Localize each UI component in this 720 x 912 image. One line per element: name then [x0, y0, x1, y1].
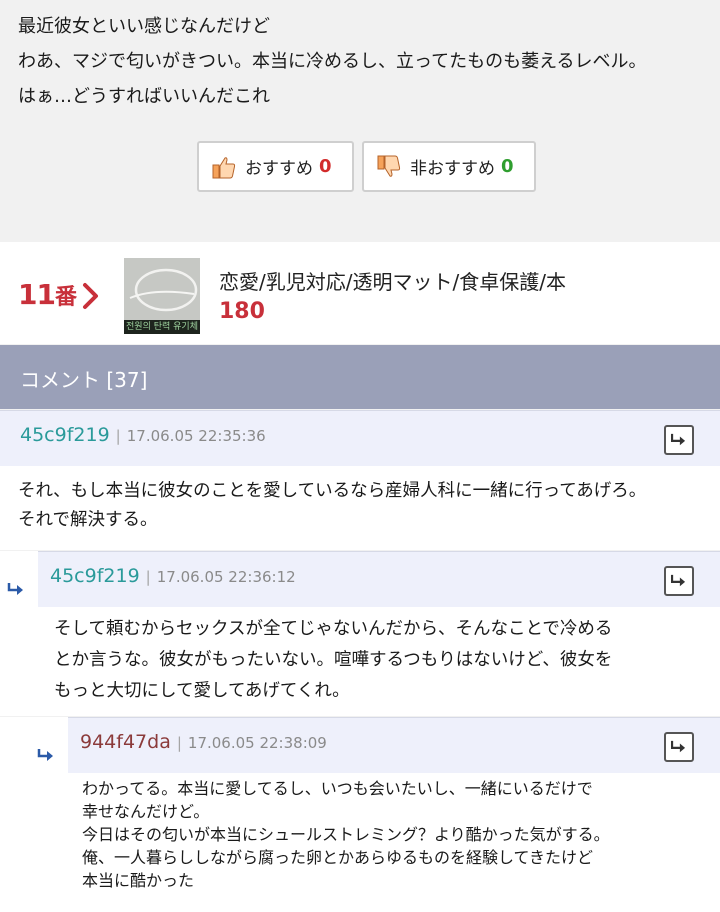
- related-rank-unit: 番: [54, 285, 77, 310]
- comment-author[interactable]: 944f47da: [80, 731, 171, 753]
- reply-arrow-icon: [7, 583, 23, 595]
- reply-arrow-icon: [37, 749, 53, 761]
- comment-line: そして頼むからセックスが全てじゃないんだから、そんなことで冷める: [54, 619, 613, 639]
- comment-header: 45c9f219 | 17.06.05 22:36:12: [38, 551, 720, 607]
- related-rank-number: 11: [18, 278, 56, 311]
- comment-separator: |: [115, 427, 121, 445]
- comment-line: 本当に酷かった: [82, 871, 195, 890]
- comments-title: コメント [37]: [20, 368, 148, 392]
- comment-line: もっと大切にして愛してあげてくれ。: [54, 681, 350, 701]
- thumbs-up-icon: [212, 156, 236, 178]
- related-count: 180: [219, 299, 265, 324]
- comment: 45c9f219 | 17.06.05 22:35:36 それ、もし本当に彼女のこと…: [0, 410, 720, 550]
- unrecommend-button[interactable]: 非おすすめ 0: [362, 141, 536, 192]
- comment-line: それで解決する。: [18, 510, 158, 530]
- comment-header: 45c9f219 | 17.06.05 22:35:36: [0, 410, 720, 466]
- post-line: わあ、マジで匂いがきつい。本当に冷めるし、立ってたものも萎えるレベル。: [18, 51, 647, 72]
- related-thumbnail-image: [124, 258, 200, 320]
- comments-header: コメント [37]: [0, 345, 720, 409]
- related-post[interactable]: 11番 전원의 탄력 유기체의 恋愛/乳児対応/透明マット/食卓保護/本 180: [0, 242, 720, 344]
- comment-line: 幸せなんだけど。: [82, 802, 210, 821]
- comment-author[interactable]: 45c9f219: [50, 565, 140, 587]
- related-thumbnail[interactable]: 전원의 탄력 유기체의: [124, 258, 200, 334]
- comment-line: とか言うな。彼女がもったいない。喧嘩するつもりはないけど、彼女を: [54, 650, 613, 670]
- post-line: はぁ…どうすればいいんだこれ: [18, 86, 270, 107]
- post-line: 最近彼女といい感じなんだけど: [18, 16, 270, 37]
- thumbs-down-icon: [377, 155, 401, 177]
- recommend-button[interactable]: おすすめ 0: [197, 141, 354, 192]
- reply-icon[interactable]: [664, 425, 694, 455]
- comment-line: 今日はその匂いが本当にシュールストレミング？より酷かった気がする。: [82, 825, 610, 844]
- comment-separator: |: [176, 734, 182, 752]
- comment-line: それ、もし本当に彼女のことを愛しているなら産婦人科に一緒に行ってあげろ。: [18, 481, 647, 501]
- related-thumbnail-caption: 전원의 탄력 유기체의: [124, 320, 200, 334]
- comment-time: 17.06.05 22:35:36: [126, 427, 266, 445]
- recommend-count: 0: [319, 156, 332, 177]
- comment-line: わかってる。本当に愛してるし、いつも会いたいし、一緒にいるだけで: [82, 779, 593, 798]
- comment-time: 17.06.05 22:38:09: [187, 734, 327, 752]
- comment-time: 17.06.05 22:36:12: [156, 568, 296, 586]
- comment-reply: 944f47da | 17.06.05 22:38:09 わかってる。本当に愛してる…: [0, 717, 720, 912]
- recommend-label: おすすめ: [245, 159, 313, 179]
- comment-meta: 944f47da | 17.06.05 22:38:09: [80, 731, 327, 753]
- reply-icon[interactable]: [664, 566, 694, 596]
- related-rank: 11番: [18, 278, 77, 311]
- reply-icon[interactable]: [664, 732, 694, 762]
- unrecommend-count: 0: [501, 156, 514, 177]
- comment-meta: 45c9f219 | 17.06.05 22:35:36: [20, 424, 266, 446]
- comment-meta: 45c9f219 | 17.06.05 22:36:12: [50, 565, 296, 587]
- comment-header: 944f47da | 17.06.05 22:38:09: [68, 717, 720, 773]
- comment-line: 俺、一人暮らししながら腐った卵とかあらゆるものを経験してきたけど: [82, 848, 594, 867]
- comment-separator: |: [145, 568, 151, 586]
- post-body: 最近彼女といい感じなんだけど わあ、マジで匂いがきつい。本当に冷めるし、立ってた…: [0, 0, 720, 242]
- comment-author[interactable]: 45c9f219: [20, 424, 110, 446]
- comment-reply: 45c9f219 | 17.06.05 22:36:12 そして頼むからセックスが全…: [0, 551, 720, 716]
- chevron-right-icon: [83, 283, 98, 309]
- unrecommend-label: 非おすすめ: [410, 159, 495, 179]
- related-title[interactable]: 恋愛/乳児対応/透明マット/食卓保護/本: [219, 266, 566, 295]
